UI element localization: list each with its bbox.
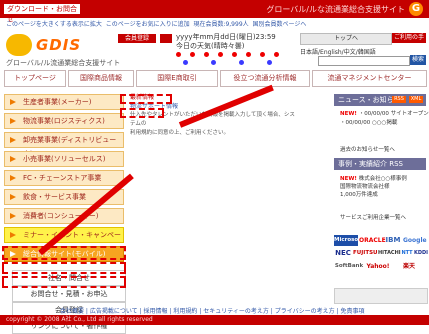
arrow-icon (10, 194, 16, 200)
case-item[interactable]: 国際物流物流会社様 (340, 183, 390, 191)
logo-yahoo[interactable]: Yahoo! (365, 261, 391, 272)
logo[interactable]: GDIS グローバル/ル流通業総合支援サイト (6, 34, 120, 67)
logo-ntt[interactable]: NTT (401, 248, 413, 259)
logo-ibm[interactable]: IBM (384, 235, 402, 246)
logo-nec[interactable]: NEC (334, 248, 352, 259)
footer-link[interactable]: 広告掲載について (90, 308, 138, 315)
menu-label: 飲食・サービス事業 (23, 193, 86, 201)
arrow-icon (10, 232, 16, 238)
service-link[interactable]: サービスご利用企業一覧へ (340, 214, 406, 222)
logo-rakuten[interactable]: 楽天 (392, 261, 426, 272)
logo-fujitsu[interactable]: FUJITSU (353, 248, 378, 259)
footer-link[interactable]: 免責事項 (340, 308, 364, 315)
guide-button[interactable]: ご利用の手引き (392, 33, 426, 51)
past-news-link[interactable]: 過去のお知らせ一覧へ (340, 146, 395, 154)
menu-item-chain[interactable]: FC・チェーンストア事業 (4, 170, 124, 186)
tab-analysis[interactable]: 役立つ流通分析情報 (220, 70, 310, 87)
logo-oracle[interactable]: ORACLE (359, 235, 386, 246)
annotation-box (2, 276, 126, 288)
menu-item-wholesale[interactable]: 卸売業事業(ディストリビュータ) (4, 132, 124, 158)
case-item[interactable]: NEW! 株式会社○○様事例 (340, 175, 407, 183)
case-header: 事例・実績紹介 RSS (334, 158, 426, 170)
footer-link[interactable]: 採用情報 (144, 308, 168, 315)
rss-icon[interactable]: RSS (392, 96, 406, 103)
arrow-icon (10, 99, 16, 105)
footer-link[interactable]: 利用規約 (173, 308, 197, 315)
footer-link[interactable]: セキュリティーの考え方 (203, 308, 269, 315)
xml-icon[interactable]: XML (409, 96, 423, 103)
logo-softbank[interactable]: SoftBank (334, 261, 364, 272)
case-item[interactable]: 1,000万件達成 (340, 191, 378, 199)
arrow-icon (10, 118, 16, 124)
arrow-icon (10, 213, 16, 219)
arrow-icon (10, 137, 16, 143)
menu-item-consumer[interactable]: 消費者(コンシューマー) (4, 208, 124, 224)
menu-item-retail[interactable]: 小売事業(ソリューセルス) (4, 151, 124, 167)
tab-top[interactable]: トップページ (4, 70, 66, 87)
country-link[interactable]: 国別会員数ページへ (252, 21, 306, 28)
date-text: yyyy年mm月dd日(曜日)23:59 (176, 33, 276, 41)
annotation-box (120, 108, 164, 118)
news-item[interactable]: NEW! ・00/00/00 サイトオープン (340, 110, 429, 118)
register-button[interactable]: 会員登録 (118, 34, 156, 43)
annotation-box (2, 246, 126, 260)
logo-google[interactable]: Google (403, 235, 427, 246)
news-header: ニュース・お知らせ RSS XML (334, 94, 426, 106)
case-item-label: 国際物流物流会社様 (340, 184, 390, 190)
rss-icon[interactable]: RSS (389, 160, 403, 168)
tab-products[interactable]: 国際商品情報 (68, 70, 134, 87)
tab-management[interactable]: 流通マネジメントセンター (312, 70, 427, 87)
site-title: グローバル/ルな流通業総合支援サイト (266, 5, 405, 14)
menu-item-logistics[interactable]: 物流事業(ロジスティクス) (4, 113, 124, 129)
menu-label: 小売事業(ソリューセルス) (23, 155, 106, 163)
menu-label: 物流事業(ロジスティクス) (23, 117, 105, 125)
menu-label: FC・チェーンストア事業 (23, 174, 102, 182)
search-button[interactable]: 検索 (410, 55, 426, 65)
favorite-link[interactable]: このページをお気に入りに追加 (106, 21, 190, 28)
language-selector[interactable]: 日本語/English/中文/韓国語 (300, 47, 426, 56)
member-count: 現在会員数:9,999人 (193, 21, 249, 28)
weather-calendar (172, 50, 288, 68)
arrow-icon (10, 156, 16, 162)
partner-logos: Microsoft ORACLE IBM Google NEC FUJITSU … (334, 235, 428, 287)
top-bar: ダウンロード・お問合せ グローバル/ルな流通業総合支援サイト G (0, 0, 429, 23)
case-item-label: 1,000万件達成 (340, 192, 378, 198)
site-logo-icon: G (409, 2, 423, 16)
enlarge-link[interactable]: このページを大きくする表示に拡大 (6, 21, 102, 28)
download-button[interactable]: ダウンロード・お問合せ (4, 4, 80, 23)
top-link-button[interactable]: トップへ (300, 33, 392, 45)
banner[interactable] (334, 288, 428, 304)
register-edit-button[interactable] (160, 34, 172, 43)
footer-links: 会社概要 | 広告掲載について | 採用情報 | 利用規約 | セキュリティーの… (60, 308, 365, 315)
annotation-box (120, 94, 172, 104)
header-links: このページを大きくする表示に拡大 このページをお気に入りに追加 現在会員数:9,… (6, 19, 306, 28)
footer-link[interactable]: プライバシーの考え方 (275, 308, 335, 315)
logo-text: GDIS (36, 36, 82, 54)
menu-item-maker[interactable]: 生産者事業(メーカー) (4, 94, 124, 110)
search-input[interactable] (318, 56, 410, 66)
copyright-text: copyright © 2008 A社 Co., Ltd all rights … (6, 316, 153, 323)
main-nav: トップページ 国際商品情報 国際E商取引 役立つ流通分析情報 流通マネジメントセ… (0, 70, 429, 87)
news-item[interactable]: ・00/00/00 ○○○掲載 (340, 119, 397, 127)
logo-subtitle: グローバル/ル流通業総合支援サイト (6, 59, 121, 67)
annotation-box (2, 262, 126, 274)
logo-microsoft[interactable]: Microsoft (334, 235, 363, 246)
logo-mark-icon (6, 34, 32, 56)
arrow-icon (10, 175, 16, 181)
footer-bar: copyright © 2008 A社 Co., Ltd all rights … (0, 315, 429, 325)
news-item-label: ・00/00/00 サイトオープン (358, 111, 429, 117)
menu-label: 生産者事業(メーカー) (23, 98, 92, 106)
contact-link[interactable]: お問合せ・見積・お申込 (12, 286, 126, 302)
date-display: yyyy年mm月dd日(曜日)23:59 今日の天気(晴時々曇) (176, 33, 276, 51)
logo-hitachi[interactable]: HITACHI (378, 248, 401, 259)
news-text-2: 利用規約に同意の上、ご利用ください。 (130, 130, 230, 136)
news-item-label: ・00/00/00 ○○○掲載 (340, 120, 398, 126)
tab-commerce[interactable]: 国際E商取引 (136, 70, 218, 87)
case-header-title: 事例・実績紹介 (338, 160, 387, 168)
case-item-label: 株式会社○○様事例 (358, 176, 407, 182)
footer-link[interactable]: 会社概要 (60, 308, 84, 315)
logo-kddi[interactable]: KDDI (414, 248, 428, 259)
